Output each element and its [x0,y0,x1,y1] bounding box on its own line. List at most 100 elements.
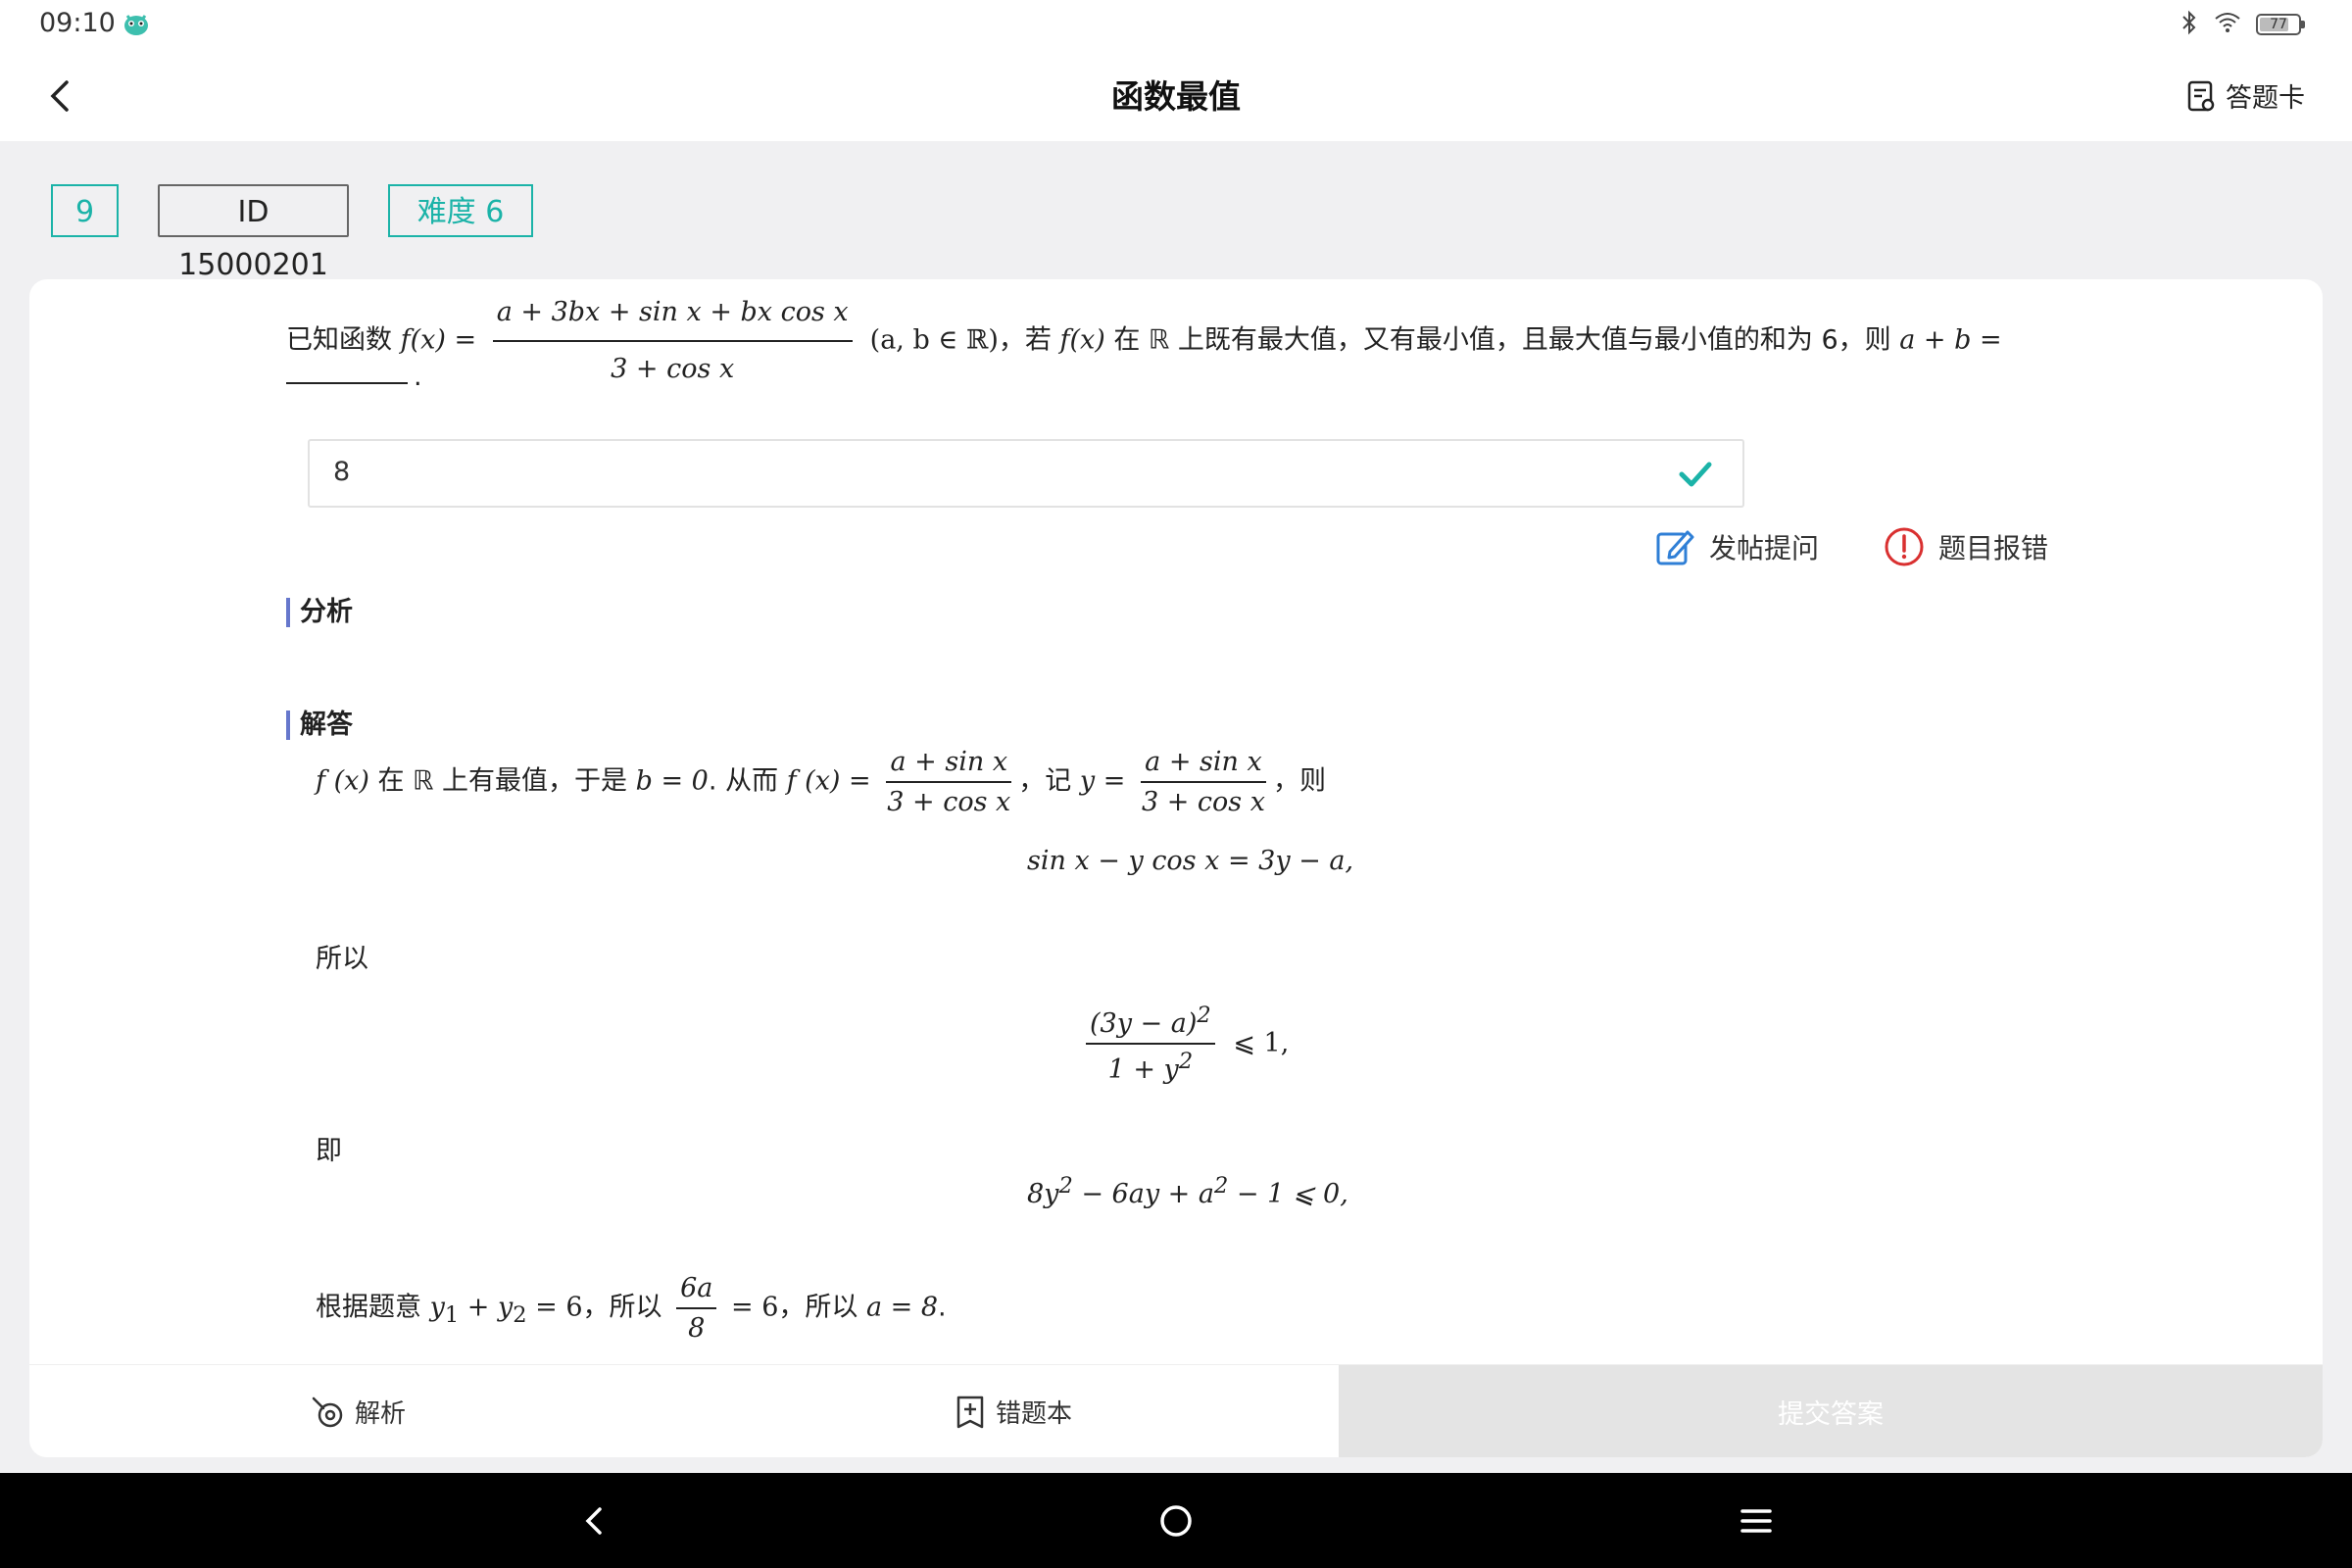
sol-text: ，所以 [582,1292,671,1323]
nav-home-icon [1160,1505,1192,1537]
sub: 1 [444,1301,460,1328]
eq-part: + y [459,1292,514,1323]
frac-den: 8 [688,1313,706,1344]
sup: 2 [1213,1173,1229,1199]
answer-input[interactable]: 8 [308,439,1744,508]
solution-equation-3: 8y2 − 6ay + a2 − 1 ⩽ 0, [1027,1173,1348,1209]
frac-num: a + sin x [886,747,1012,783]
frac-den: 1 + y2 [1104,1045,1198,1085]
report-error-button[interactable]: 题目报错 [1884,526,2048,567]
question-fraction: a + 3bx + sin x + bx cos x 3 + cos x [492,289,853,393]
eq-part: − 6ay + a [1072,1179,1214,1209]
eq-part: − 1 ⩽ 0, [1228,1179,1348,1209]
sol-fx: f (x) [316,765,369,797]
eq-part: a = 8 [865,1292,939,1323]
answer-card-label: 答题卡 [2226,83,2305,114]
sol-y-eq: y = [1079,765,1126,797]
question-id-tag: ID 15000201 [158,184,349,282]
frac-num: a + sin x [1141,747,1266,783]
sol-fraction-1: a + sin x 3 + cos x [883,747,1014,817]
answer-card-button[interactable]: 答题卡 [2186,76,2305,115]
status-bar: 09:10 77 [0,0,2352,49]
frac-den-text: 1 + y [1107,1054,1179,1085]
solution-equation-2: (3y − a)2 1 + y2 ⩽ 1, [1086,1003,1289,1085]
explain-label: 解析 [355,1399,407,1429]
question-prefix: 已知函数 [286,324,401,356]
status-time: 09:10 [39,8,116,38]
bluetooth-icon [2180,9,2199,40]
frac-den: 3 + cos x [1141,787,1265,817]
sol-b-zero: b = 0 [635,765,709,797]
explain-button[interactable]: 解析 [310,1365,406,1457]
sol-fraction-3: (3y − a)2 1 + y2 [1086,1003,1215,1085]
report-error-label: 题目报错 [1938,532,2049,564]
solution-section-title: 解答 [286,710,353,740]
question-frac-num: a + 3bx + sin x + bx cos x [492,289,853,342]
post-question-label: 发帖提问 [1709,532,1820,564]
solution-equation-1: sin x − y cos x = 3y − a, [1027,846,1354,876]
sol-fx-eq: f (x) = [786,765,871,797]
nav-menu-button[interactable] [1732,1496,1781,1545]
sol-text: . 从而 [708,765,787,797]
sol-fraction-2: a + sin x 3 + cos x [1138,747,1269,817]
navigation-bar [0,1473,2352,1568]
eq-part: y [429,1292,445,1323]
answer-card-icon [2187,80,2215,111]
sol-text: . [938,1292,947,1323]
question-fx: f(x) = [400,324,477,356]
eq-part: 8y [1027,1179,1059,1209]
question-card: 已知函数 f(x) = a + 3bx + sin x + bx cos x 3… [29,279,2323,1457]
question-middle: ，若 [998,324,1060,356]
sup: 2 [1058,1173,1073,1199]
submit-answer-button[interactable]: 提交答案 [1339,1365,2323,1457]
wrong-book-label: 错题本 [996,1399,1073,1429]
eq-part: = 6 [526,1292,583,1323]
solution-line-1: f (x) 在 ℝ 上有最值，于是 b = 0. 从而 f (x) = a + … [316,747,1326,817]
question-end-dot: . [414,362,422,392]
sol-text: ，所以 [778,1292,866,1323]
difficulty-tag: 难度 6 [388,184,533,237]
add-to-book-icon [956,1396,984,1428]
sol-text: 根据题意 [316,1292,430,1323]
sol-text: ，记 [1018,765,1080,797]
question-domain: (a, b ∈ ℝ) [869,324,999,356]
sub: 2 [513,1301,527,1328]
solution-text-so: 所以 [316,944,368,974]
header: 函数最值 答题卡 [0,49,2352,141]
question-text1: 在 ℝ 上既有最大值，又有最小值，且最大值与最小值的和为 6，则 [1104,324,1900,356]
battery-icon: 77 [2256,14,2305,35]
eq-tail: ⩽ 1, [1233,1027,1290,1058]
post-question-button[interactable]: 发帖提问 [1654,526,1819,567]
question-text: 已知函数 f(x) = a + 3bx + sin x + bx cos x 3… [286,289,2050,393]
check-icon [1679,462,1712,487]
app-mascot-icon [122,10,151,41]
bottom-toolbar: 解析 错题本 提交答案 [29,1364,2323,1457]
frac-num: 6a [676,1273,717,1309]
status-icons: 77 [2180,8,2305,41]
sol-fraction-4: 6a 8 [676,1273,717,1344]
nav-menu-icon [1740,1509,1772,1533]
wifi-icon [2213,10,2242,39]
nav-back-icon [585,1507,602,1535]
frac-num: (3y − a)2 [1086,1003,1215,1045]
frac-den: 3 + cos x [887,787,1011,817]
page-title: 函数最值 [1111,77,1241,116]
question-fx2: f(x) [1059,324,1105,356]
sup: 2 [1197,1003,1211,1028]
eq-part: = 6 [722,1292,779,1323]
sup: 2 [1178,1049,1194,1074]
nav-home-button[interactable] [1152,1496,1200,1545]
wrong-book-button[interactable]: 错题本 [955,1365,1072,1457]
analysis-section-title: 分析 [286,598,353,627]
frac-num-text: (3y − a) [1090,1008,1198,1039]
solution-text-ie: 即 [316,1136,342,1166]
solution-final-line: 根据题意 y1 + y2 = 6，所以 6a 8 = 6，所以 a = 8. [316,1273,947,1344]
sol-text: ，则 [1272,765,1326,797]
edit-icon [1656,530,1694,565]
answer-value: 8 [333,457,351,487]
sol-text: 在 ℝ 上有最值，于是 [368,765,636,797]
question-ask: a + b = [1899,324,2002,356]
battery-level: 77 [2270,17,2287,32]
question-number-tag: 9 [51,184,119,237]
nav-back-button[interactable] [570,1496,619,1545]
